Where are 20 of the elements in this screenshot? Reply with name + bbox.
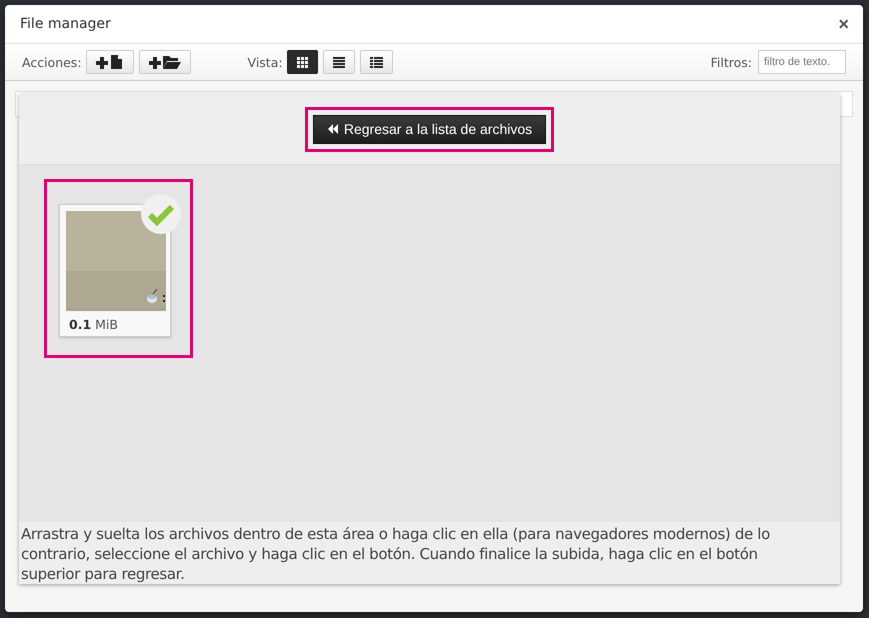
filter-field[interactable]: filtro de texto. (758, 50, 846, 74)
view-button[interactable] (286, 50, 318, 74)
new-file-button[interactable] (86, 50, 134, 74)
detail-view-icon (370, 56, 383, 68)
add-folder-icon (148, 55, 181, 69)
actions-label: Acciones: (22, 54, 82, 70)
rewind-icon (326, 123, 339, 135)
close-button[interactable]: × (838, 14, 849, 34)
grid-view-icon (296, 56, 308, 68)
back-button[interactable]: Regresar a la lista de archivos (312, 114, 546, 144)
instructions-text: Arrastra y suelta los archivos dentro de esta área o haga clic en ella (para navegadores modernos) de lo contrario, seleccione el archivo y haga clic en el botón. Cuando finalice la subida, haga clic en el botón superior para regresar. (20, 524, 771, 584)
file-size: 0.1 MiB (69, 317, 119, 332)
file-thumbnail[interactable]: 0.1 MiB (59, 204, 171, 337)
window-title: File manager (20, 16, 111, 32)
add-file-icon (96, 55, 124, 69)
list-view-icon (332, 56, 345, 68)
drop-zone[interactable]: 0.1 MiB (19, 165, 840, 522)
filter-label: Filtros: (710, 54, 752, 70)
new-folder-button[interactable] (138, 50, 191, 74)
view-label: Vista: (248, 54, 283, 70)
